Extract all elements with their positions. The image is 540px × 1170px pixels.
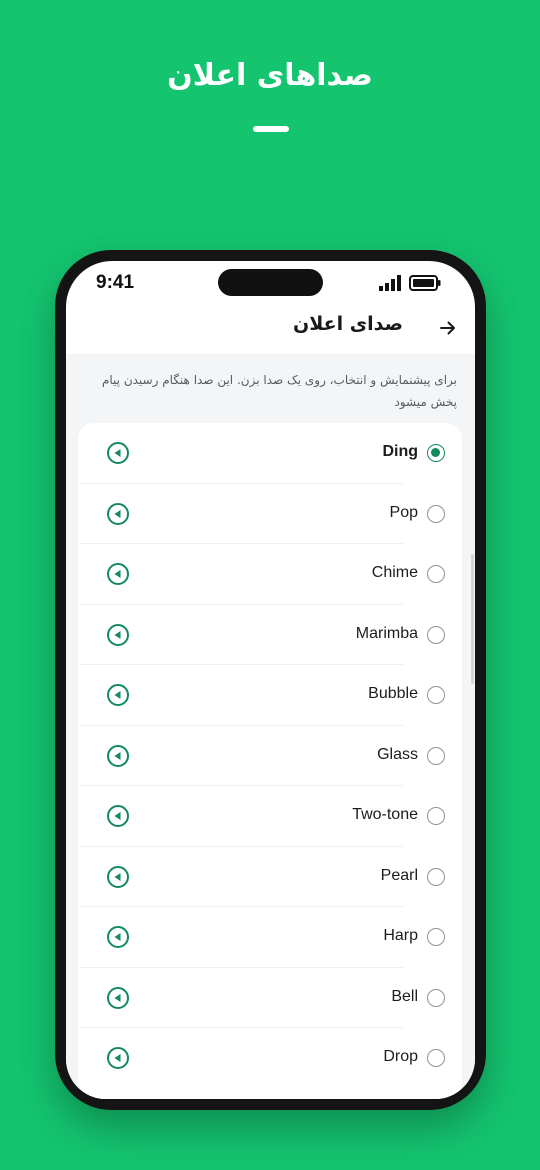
sound-list: Ding Pop Chime Marimba Bubble Glass Two-tone Pe…	[78, 423, 462, 1099]
battery-icon	[409, 275, 441, 291]
sound-name: Two-tone	[352, 806, 418, 823]
sound-name: Pearl	[380, 866, 418, 884]
radio-button[interactable]	[427, 625, 445, 644]
sound-row-two-tone[interactable]: Two-tone	[78, 786, 462, 847]
play-preview-icon[interactable]	[106, 925, 130, 949]
sound-name: Pop	[389, 503, 418, 521]
play-preview-icon[interactable]	[106, 865, 130, 889]
sound-row-bell[interactable]: Bell	[78, 968, 462, 1028]
sound-name: Chime	[371, 564, 418, 581]
radio-button[interactable]	[427, 504, 445, 523]
back-button[interactable]	[435, 315, 461, 341]
sound-row-bubble[interactable]: Bubble	[78, 665, 462, 726]
play-preview-icon[interactable]	[106, 562, 130, 586]
play-preview-icon[interactable]	[106, 804, 130, 828]
sound-row-chime[interactable]: Chime	[78, 544, 462, 605]
page-title: صدای اعلان	[292, 313, 403, 335]
play-preview-icon[interactable]	[106, 441, 130, 465]
sound-name: Bubble	[368, 685, 418, 702]
radio-button[interactable]	[427, 444, 445, 462]
radio-button[interactable]	[427, 746, 445, 765]
radio-button[interactable]	[427, 565, 445, 583]
sound-row-marimba[interactable]: Marimba	[78, 605, 462, 665]
play-preview-icon[interactable]	[106, 986, 130, 1010]
sound-name: Ding	[382, 443, 418, 460]
sound-row-ding[interactable]: Ding	[78, 423, 462, 484]
play-preview-icon[interactable]	[106, 1046, 130, 1070]
sound-row-pearl[interactable]: Pearl	[78, 847, 462, 907]
radio-button[interactable]	[427, 988, 445, 1007]
sound-name: Harp	[383, 927, 418, 944]
hero-underline	[253, 126, 289, 132]
app-header: صدای اعلان	[66, 305, 475, 354]
sound-row-harp[interactable]: Harp	[78, 907, 462, 968]
scrollbar[interactable]	[471, 554, 474, 684]
sound-name: Marimba	[355, 624, 418, 642]
description-text: برای پیشنمایش و انتخاب، روی یک صدا بزن. …	[101, 373, 457, 409]
play-preview-icon[interactable]	[106, 502, 130, 526]
sound-row-pop[interactable]: Pop	[78, 484, 462, 544]
hero-title: صداهای اعلان	[167, 58, 373, 93]
sound-row-drop[interactable]: Drop	[78, 1028, 462, 1089]
radio-button[interactable]	[427, 928, 445, 946]
radio-button[interactable]	[427, 1049, 445, 1067]
status-time: 9:41	[96, 272, 135, 293]
status-bar: 9:41	[66, 261, 475, 305]
play-preview-icon[interactable]	[106, 623, 130, 647]
sound-row-glass[interactable]: Glass	[78, 726, 462, 786]
signal-icon	[379, 275, 401, 291]
phone-screen: 9:41 صدای اعلان برای پیشنمایش و انتخاب، …	[66, 261, 475, 1099]
play-preview-icon[interactable]	[106, 683, 130, 707]
radio-button[interactable]	[427, 867, 445, 886]
play-preview-icon[interactable]	[106, 744, 130, 768]
arrow-right-icon	[440, 321, 455, 335]
dynamic-island	[218, 269, 323, 296]
radio-button[interactable]	[427, 686, 445, 704]
sound-name: Drop	[383, 1048, 418, 1065]
content-area: برای پیشنمایش و انتخاب، روی یک صدا بزن. …	[66, 354, 475, 1099]
radio-button[interactable]	[427, 807, 445, 825]
sound-name: Glass	[377, 745, 418, 763]
sound-name: Bell	[391, 987, 418, 1005]
